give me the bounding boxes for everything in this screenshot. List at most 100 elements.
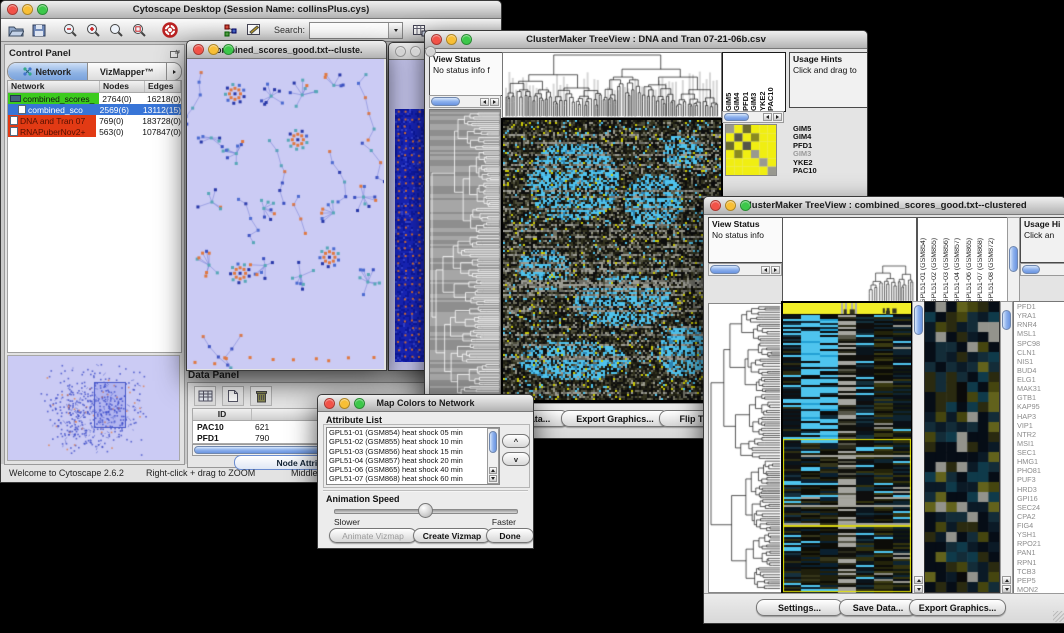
open-file-icon[interactable] xyxy=(5,21,26,40)
zoom-button[interactable] xyxy=(223,44,234,55)
gene-label[interactable]: VIP1 xyxy=(1017,421,1064,430)
heatmap-canvas[interactable] xyxy=(503,120,721,400)
column-label[interactable]: PAC10 xyxy=(767,55,775,111)
close-button[interactable] xyxy=(395,46,406,57)
close-button[interactable] xyxy=(324,398,335,409)
minimize-button[interactable] xyxy=(446,34,457,45)
attribute-item[interactable]: GPL51-02 (GSM855) heat shock 10 min xyxy=(327,437,499,446)
column-edges[interactable]: Edges xyxy=(145,81,181,92)
zoom-matrix-canvas[interactable] xyxy=(725,124,777,176)
zoom-heatmap-canvas[interactable] xyxy=(924,301,1000,593)
main-titlebar[interactable]: Cytoscape Desktop (Session Name: collins… xyxy=(1,1,501,19)
export-graphics-button[interactable]: Export Graphics... xyxy=(561,410,669,427)
gene-label[interactable]: GPI16 xyxy=(1017,494,1064,503)
gene-label[interactable]: SEC24 xyxy=(1017,503,1064,512)
gene-label[interactable]: PHO81 xyxy=(1017,466,1064,475)
gene-label[interactable]: NIS1 xyxy=(1017,357,1064,366)
column-label[interactable]: PFD1 xyxy=(742,55,750,111)
settings-button[interactable]: Settings... xyxy=(756,599,843,616)
minimize-button[interactable] xyxy=(339,398,350,409)
export-graphics-button[interactable]: Export Graphics... xyxy=(909,599,1006,616)
gene-label[interactable]: PUF3 xyxy=(1017,475,1064,484)
zoom-button[interactable] xyxy=(425,46,436,57)
zoom-button[interactable] xyxy=(740,200,751,211)
gene-label[interactable]: FIG4 xyxy=(1017,521,1064,530)
gene-label[interactable]: PAN1 xyxy=(1017,548,1064,557)
gene-label[interactable]: GTB1 xyxy=(1017,393,1064,402)
save-data-button[interactable]: Save Data... xyxy=(839,599,917,616)
float-panel-icon[interactable] xyxy=(170,49,180,58)
resize-grip[interactable] xyxy=(1053,611,1064,622)
annotation-icon[interactable] xyxy=(243,21,264,40)
animate-vizmap-button[interactable]: Animate Vizmap xyxy=(329,528,417,543)
network-list-item[interactable]: DNA and Tran 07 769(0) 183728(0) xyxy=(8,115,181,126)
close-button[interactable] xyxy=(710,200,721,211)
move-down-button[interactable]: v xyxy=(502,452,530,466)
attribute-item[interactable]: GPL51-07 (GSM868) heat shock 60 min xyxy=(327,474,499,483)
gene-label[interactable]: HRD3 xyxy=(1017,485,1064,494)
view-status-scrollbar[interactable] xyxy=(708,263,782,276)
select-attributes-icon[interactable] xyxy=(194,386,216,406)
attribute-list-scrollbar[interactable] xyxy=(487,428,499,484)
column-label[interactable]: GPL51-06 (GSM865) xyxy=(966,220,977,304)
gene-label[interactable]: BUD4 xyxy=(1017,366,1064,375)
search-dropdown-button[interactable] xyxy=(388,23,402,38)
column-label[interactable]: GIM3 xyxy=(750,55,758,111)
search-input[interactable] xyxy=(309,22,403,39)
close-button[interactable] xyxy=(431,34,442,45)
column-label[interactable]: GIM4 xyxy=(733,55,741,111)
column-label[interactable]: YKE2 xyxy=(759,55,767,111)
gene-label[interactable]: PFD1 xyxy=(1017,302,1064,311)
zoom-out-icon[interactable] xyxy=(59,21,80,40)
gene-label[interactable]: TCB3 xyxy=(1017,567,1064,576)
gene-label[interactable]: PEP5 xyxy=(1017,576,1064,585)
column-label[interactable]: GPL51-01 (GSM854) xyxy=(920,220,931,304)
column-labels-scrollbar[interactable] xyxy=(1007,217,1020,303)
column-nodes[interactable]: Nodes xyxy=(100,81,145,92)
zoom-in-icon[interactable] xyxy=(82,21,103,40)
gene-label[interactable]: MAK31 xyxy=(1017,384,1064,393)
gene-label[interactable]: SPC98 xyxy=(1017,339,1064,348)
gene-label[interactable]: CLN1 xyxy=(1017,348,1064,357)
column-label[interactable]: GPL51-07 (GSM868) xyxy=(977,220,988,304)
network-window-titlebar[interactable]: combined_scores_good.txt--cluste... xyxy=(187,41,386,59)
help-icon[interactable] xyxy=(159,21,180,40)
zoom-button[interactable] xyxy=(37,4,48,15)
gene-label[interactable]: HMG1 xyxy=(1017,457,1064,466)
minimize-button[interactable] xyxy=(725,200,736,211)
usage-hints-scrollbar[interactable] xyxy=(1020,263,1064,276)
speed-slider-thumb[interactable] xyxy=(418,503,433,518)
network-list-item[interactable]: combined_sco 2569(6) 13112(15) xyxy=(8,104,181,115)
network-overview-canvas[interactable] xyxy=(7,355,180,461)
column-network[interactable]: Network xyxy=(8,81,100,92)
minimize-button[interactable] xyxy=(410,46,421,57)
done-button[interactable]: Done xyxy=(486,528,534,543)
network-list-item[interactable]: RNAPuberNov2+ 563(0) 107847(0) xyxy=(8,126,181,137)
dialog-titlebar[interactable]: Map Colors to Network xyxy=(318,395,533,412)
gene-label[interactable]: HAP3 xyxy=(1017,412,1064,421)
treeview1-titlebar[interactable]: ClusterMaker TreeView : DNA and Tran 07-… xyxy=(425,31,867,49)
zoom-vscrollbar[interactable] xyxy=(1000,301,1013,595)
network-list-item[interactable]: combined_scores_ 2764(0) 16218(0) xyxy=(8,93,181,104)
save-icon[interactable] xyxy=(28,21,49,40)
column-label[interactable]: GPL51-08 (GSM872) xyxy=(988,220,999,304)
gene-label[interactable]: RNR4 xyxy=(1017,320,1064,329)
zoom-button[interactable] xyxy=(354,398,365,409)
tab-vizmapper[interactable]: VizMapper™ xyxy=(88,63,167,80)
column-labels-scrollbar[interactable] xyxy=(722,111,784,123)
gene-label[interactable]: NTR2 xyxy=(1017,430,1064,439)
column-label[interactable]: GPL51-03 (GSM856) xyxy=(943,220,954,304)
gene-label[interactable]: MSL1 xyxy=(1017,329,1064,338)
minimize-button[interactable] xyxy=(208,44,219,55)
attribute-item[interactable]: GPL51-03 (GSM856) heat shock 15 min xyxy=(327,447,499,456)
column-dendrogram[interactable] xyxy=(502,52,722,118)
gene-label[interactable]: CPA2 xyxy=(1017,512,1064,521)
gene-label[interactable]: RPO21 xyxy=(1017,539,1064,548)
column-dendrogram-panel[interactable] xyxy=(782,217,917,303)
matrix-row-label[interactable]: PAC10 xyxy=(793,167,817,175)
zoom-button[interactable] xyxy=(461,34,472,45)
network-canvas[interactable] xyxy=(187,59,384,369)
tab-overflow-arrow[interactable] xyxy=(166,63,181,80)
attribute-item[interactable]: GPL51-06 (GSM865) heat shock 40 min xyxy=(327,465,499,474)
gene-label[interactable]: KAP95 xyxy=(1017,402,1064,411)
